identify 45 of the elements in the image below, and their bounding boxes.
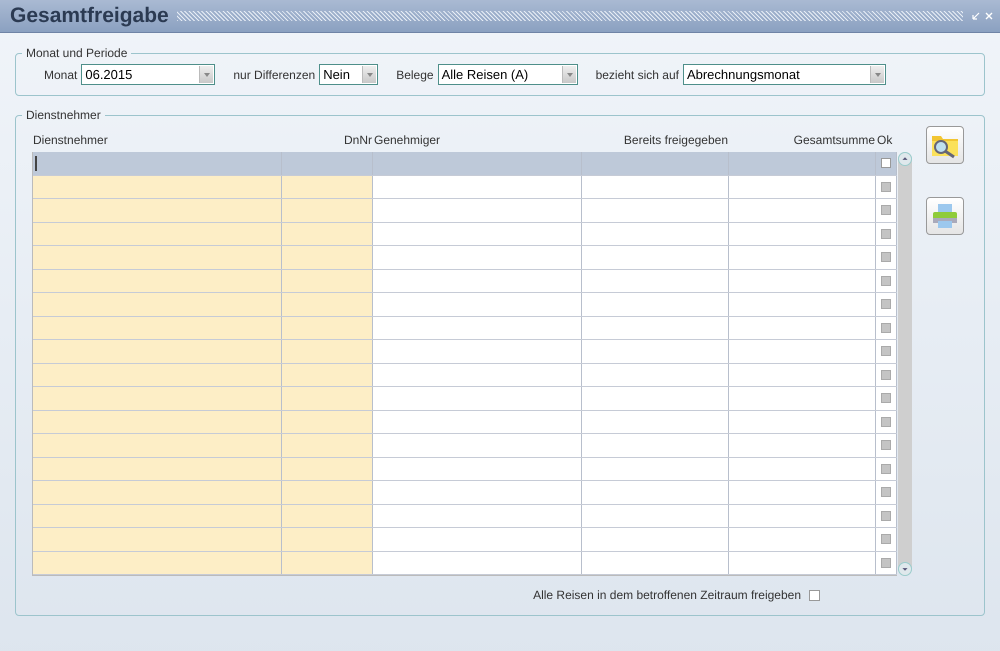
release-all-label: Alle Reisen in dem betroffenen Zeitraum freigeben: [533, 588, 801, 602]
table-row[interactable]: [33, 387, 897, 410]
ok-checkbox[interactable]: [881, 158, 891, 168]
table-row[interactable]: [33, 199, 897, 222]
table-row[interactable]: [33, 222, 897, 246]
table-row[interactable]: [33, 270, 897, 293]
filter-label: bezieht sich auf: [596, 68, 679, 82]
table-row[interactable]: [33, 458, 897, 481]
search-button[interactable]: [926, 126, 964, 164]
dropdown-field[interactable]: Nein: [319, 64, 378, 85]
text-cursor: [35, 156, 37, 171]
table-row[interactable]: [33, 246, 897, 270]
table-row[interactable]: [33, 434, 897, 458]
dropdown-field[interactable]: Abrechnungsmonat: [682, 64, 886, 85]
dropdown-field[interactable]: Alle Reisen (A): [438, 64, 578, 85]
table-row[interactable]: [33, 410, 897, 434]
column-header: Bereits freigegeben: [624, 133, 728, 147]
printer-icon: [930, 201, 960, 231]
scrollbar[interactable]: [898, 152, 912, 576]
scroll-up-icon[interactable]: [898, 152, 912, 166]
column-header: Gesamtsumme: [794, 133, 875, 147]
table-row[interactable]: [33, 481, 897, 504]
print-button[interactable]: [926, 197, 964, 235]
scroll-down-icon[interactable]: [898, 562, 912, 576]
table-row[interactable]: [33, 528, 897, 552]
column-header: Ok: [877, 133, 892, 147]
column-header: DnNr: [344, 133, 372, 147]
table-row[interactable]: [33, 504, 897, 528]
dropdown-field[interactable]: 06.2015: [81, 64, 216, 85]
filter-label: Monat: [44, 68, 78, 82]
table-row[interactable]: [33, 364, 897, 387]
filter-label: nur Differenzen: [233, 68, 316, 82]
minimize-icon[interactable]: [971, 11, 981, 21]
group-legend: Monat und Periode: [22, 46, 132, 60]
table-row[interactable]: [33, 340, 897, 364]
table-row[interactable]: [33, 316, 897, 340]
column-header: Dienstnehmer: [33, 133, 108, 147]
table-row[interactable]: [33, 293, 897, 316]
close-icon[interactable]: [984, 11, 994, 21]
group-legend: Dienstnehmer: [22, 108, 105, 122]
release-all-checkbox[interactable]: [809, 590, 820, 600]
window-title: Gesamtfreigabe: [10, 4, 169, 28]
table-row[interactable]: [33, 176, 897, 199]
column-header: Genehmiger: [374, 133, 440, 147]
filter-label: Belege: [396, 68, 434, 82]
